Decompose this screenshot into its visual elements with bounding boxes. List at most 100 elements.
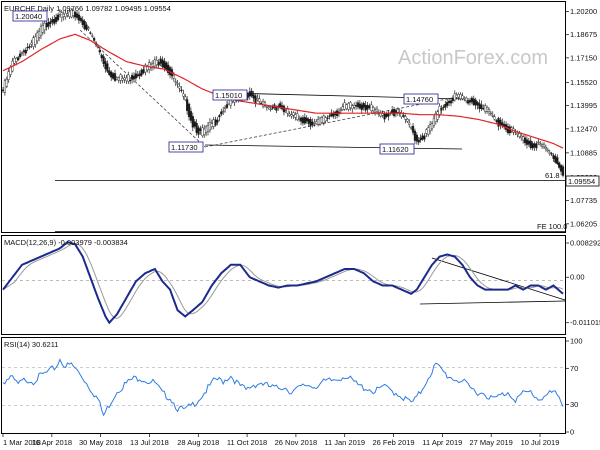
candle-body bbox=[115, 77, 118, 80]
candle-body bbox=[535, 143, 538, 149]
price-y-axis: 1.20200 1.18675 1.17150 1.15520 1.13995 1.124… bbox=[565, 7, 597, 228]
candle-body bbox=[470, 97, 473, 103]
candle-body bbox=[129, 79, 132, 82]
candle-body bbox=[269, 108, 272, 111]
candle-body bbox=[546, 149, 549, 152]
candle-body bbox=[320, 117, 324, 123]
candle-body bbox=[448, 100, 451, 104]
candle-body bbox=[132, 75, 136, 80]
candle-body bbox=[493, 116, 496, 120]
candle-body bbox=[113, 73, 117, 81]
candle-body bbox=[523, 137, 527, 144]
price-panel-frame bbox=[1, 1, 566, 233]
fib-label-fe100: FE 100.0 bbox=[537, 222, 567, 231]
candle-body bbox=[102, 56, 105, 64]
candle-body bbox=[425, 129, 428, 134]
price-y-tick-label: 1.12470 bbox=[570, 124, 597, 133]
candle-body bbox=[427, 127, 430, 135]
candle-body bbox=[157, 62, 160, 66]
candle-body bbox=[387, 113, 390, 117]
candle-body bbox=[478, 103, 481, 109]
candle-body bbox=[328, 115, 331, 117]
candle-body bbox=[349, 102, 352, 108]
candle-body bbox=[83, 21, 86, 30]
level-label-3: 1.14760 bbox=[406, 95, 433, 104]
candle-body bbox=[541, 144, 544, 147]
candle-body bbox=[480, 104, 483, 109]
candle-body bbox=[282, 105, 286, 113]
candle-body bbox=[9, 66, 12, 75]
candle-body bbox=[375, 108, 379, 112]
macd-y-tick-label: -0.011015 bbox=[570, 318, 600, 327]
candle-body bbox=[153, 59, 156, 67]
candle-body bbox=[208, 121, 212, 131]
candle-body bbox=[125, 77, 128, 82]
candle-body bbox=[309, 119, 312, 127]
candle-body bbox=[155, 59, 158, 66]
candle-body bbox=[121, 78, 124, 81]
candle-body bbox=[56, 14, 60, 20]
candle-body bbox=[408, 122, 411, 125]
ohlc-high: 1.09782 bbox=[85, 4, 112, 13]
candle-body bbox=[417, 140, 420, 143]
candle-body bbox=[254, 95, 257, 104]
candle-body bbox=[356, 102, 360, 108]
level-label-1: 1.20040 bbox=[15, 12, 42, 21]
candle-body bbox=[15, 57, 18, 62]
candle-body bbox=[260, 102, 263, 104]
candle-body bbox=[400, 113, 403, 118]
candle-body bbox=[516, 133, 519, 135]
candle-body bbox=[315, 121, 318, 124]
candle-body bbox=[178, 86, 181, 89]
candle-body bbox=[252, 94, 255, 99]
candle-body bbox=[26, 46, 29, 49]
candle-body bbox=[442, 106, 445, 109]
candle-body bbox=[345, 104, 348, 109]
macd-y-tick-label: 0.00 bbox=[570, 273, 585, 282]
candle-body bbox=[91, 35, 94, 37]
candle-body bbox=[218, 115, 221, 118]
last-price-label: 1.09554 bbox=[568, 177, 595, 186]
candle-body bbox=[3, 80, 6, 93]
candle-body bbox=[28, 46, 31, 48]
candle-body bbox=[313, 122, 316, 124]
candle-body bbox=[13, 57, 16, 64]
candle-body bbox=[506, 126, 510, 134]
candle-body bbox=[165, 62, 168, 70]
candle-body bbox=[385, 113, 388, 117]
candle-body bbox=[79, 17, 82, 21]
candle-body bbox=[372, 107, 375, 111]
price-y-tick-label: 1.15520 bbox=[570, 78, 597, 87]
candle-body bbox=[138, 73, 141, 77]
candle-body bbox=[366, 104, 369, 110]
candle-body bbox=[197, 127, 200, 135]
macd-y-tick-label: 0.008292 bbox=[570, 238, 600, 247]
candle-body bbox=[184, 96, 187, 101]
rsi-y-axis: 100 70 30 0 bbox=[565, 337, 583, 437]
x-tick-label: 27 May 2019 bbox=[469, 438, 512, 447]
candle-body bbox=[341, 106, 344, 111]
candle-body bbox=[176, 83, 179, 85]
candle-body bbox=[324, 117, 327, 122]
candle-body bbox=[421, 135, 424, 140]
candle-body bbox=[66, 13, 69, 16]
candle-body bbox=[187, 103, 191, 117]
watermark: ActionForex.com bbox=[398, 47, 548, 69]
candle-body bbox=[373, 109, 377, 113]
candle-body bbox=[542, 143, 546, 148]
candle-body bbox=[123, 77, 126, 81]
candle-body bbox=[191, 116, 194, 128]
candle-body bbox=[49, 21, 52, 24]
candle-body bbox=[351, 105, 354, 109]
x-tick-label: 30 May 2018 bbox=[79, 438, 122, 447]
candle-body bbox=[199, 128, 202, 131]
candle-body bbox=[484, 105, 487, 112]
candle-body bbox=[290, 114, 293, 117]
candle-body bbox=[468, 99, 472, 103]
candle-body bbox=[501, 122, 504, 126]
candle-body bbox=[64, 13, 67, 17]
candle-body bbox=[39, 26, 43, 37]
candle-body bbox=[326, 117, 329, 119]
candle-body bbox=[106, 63, 109, 72]
candle-body bbox=[560, 165, 563, 172]
